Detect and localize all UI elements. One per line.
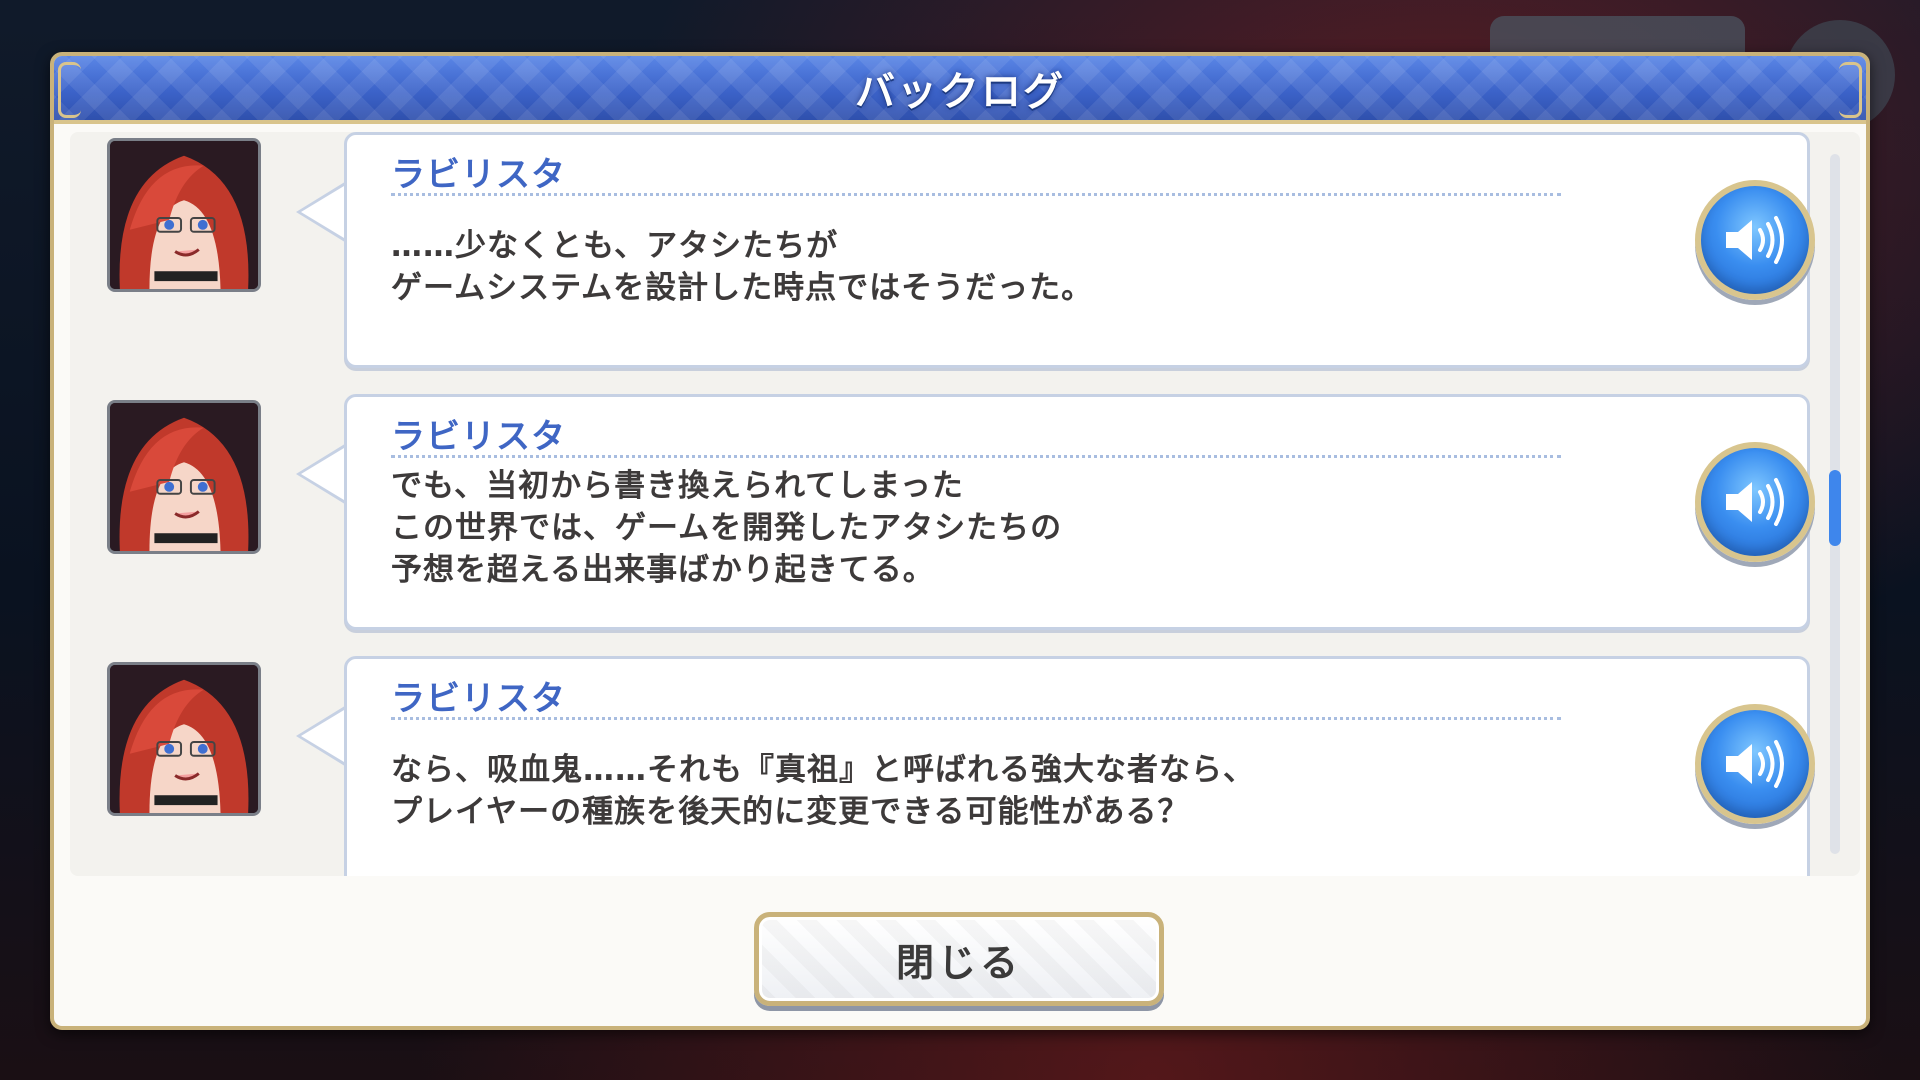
character-portrait	[107, 400, 261, 554]
speaker-volume-icon	[1726, 478, 1784, 526]
scrollbar-thumb[interactable]	[1829, 470, 1841, 546]
voice-replay-button[interactable]	[1695, 704, 1815, 824]
name-divider	[391, 455, 1561, 458]
character-portrait-image	[110, 665, 258, 813]
speech-bubble-tail-fill	[301, 183, 349, 241]
close-button[interactable]: 閉じる	[754, 912, 1164, 1006]
speaker-name: ラビリスタ	[391, 417, 566, 457]
character-portrait-image	[110, 403, 258, 551]
speaker-name: ラビリスタ	[391, 155, 566, 195]
backlog-entry: ラビリスタ でも、当初から書き換えられてしまった この世界では、ゲームを開発した…	[70, 394, 1860, 634]
speech-bubble-tail-fill	[301, 445, 349, 503]
dialogue-text: ……少なくとも、アタシたちが ゲームシステムを設計した時点ではそうだった。	[391, 228, 1094, 306]
voice-replay-button[interactable]	[1695, 180, 1815, 300]
backlog-dialog: バックログ ラビリスタ ……少なくとも、アタシたちが ゲームシステムを設計した時…	[50, 52, 1870, 1030]
speech-bubble: ラビリスタ でも、当初から書き換えられてしまった この世界では、ゲームを開発した…	[344, 394, 1815, 630]
backlog-entry: ラビリスタ ……少なくとも、アタシたちが ゲームシステムを設計した時点ではそうだ…	[70, 132, 1860, 372]
speech-bubble: ラビリスタ ……少なくとも、アタシたちが ゲームシステムを設計した時点ではそうだ…	[344, 132, 1815, 368]
character-portrait	[107, 138, 261, 292]
dialogue-text: でも、当初から書き換えられてしまった この世界では、ゲームを開発したアタシたちの…	[391, 468, 1063, 588]
speech-bubble: ラビリスタ なら、吸血鬼……それも『真祖』と呼ばれる強大な者なら、 プレイヤーの…	[344, 656, 1815, 876]
speech-bubble-tail-fill	[301, 707, 349, 765]
speaker-volume-icon	[1726, 740, 1784, 788]
backlog-entry: ラビリスタ なら、吸血鬼……それも『真祖』と呼ばれる強大な者なら、 プレイヤーの…	[70, 656, 1860, 876]
name-divider	[391, 193, 1561, 196]
dialogue-text: なら、吸血鬼……それも『真祖』と呼ばれる強大な者なら、 プレイヤーの種族を後天的…	[391, 752, 1255, 830]
voice-replay-button[interactable]	[1695, 442, 1815, 562]
header-corner-ornament-left	[58, 62, 81, 118]
speaker-volume-icon	[1726, 216, 1784, 264]
dialog-title: バックログ	[855, 69, 1065, 115]
scrollbar-track[interactable]	[1829, 154, 1841, 854]
backlog-list[interactable]: ラビリスタ ……少なくとも、アタシたちが ゲームシステムを設計した時点ではそうだ…	[70, 132, 1860, 876]
header-corner-ornament-right	[1839, 62, 1862, 118]
close-button-label: 閉じる	[895, 940, 1022, 985]
speaker-name: ラビリスタ	[391, 679, 566, 719]
dialog-header: バックログ	[54, 56, 1866, 124]
name-divider	[391, 717, 1561, 720]
character-portrait	[107, 662, 261, 816]
character-portrait-image	[110, 141, 258, 289]
